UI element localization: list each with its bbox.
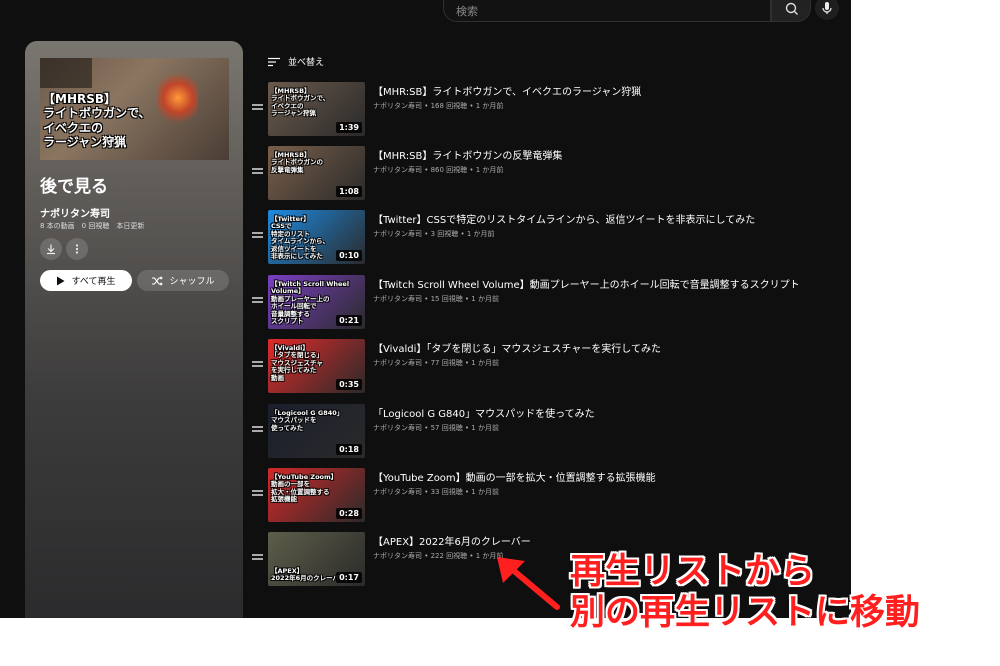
thumbnail-text: 【MHRSB】 ライトボウガンで、 イベクエの ラージャン狩猟 xyxy=(271,87,330,118)
search-box[interactable] xyxy=(443,0,771,22)
video-duration: 0:21 xyxy=(336,315,362,326)
sort-label: 並べ替え xyxy=(288,58,325,68)
video-meta: ナポリタン寿司 • 33 回視聴 • 1 か月前 xyxy=(373,488,499,496)
microphone-icon xyxy=(822,2,832,14)
playlist-video-row[interactable]: 【Vivaldi】 「タブを閉じる」 マウスジェスチャ を実行してみた 動画 0:… xyxy=(248,339,838,395)
playlist-thumbnail-text: 【MHRSB】 ライトボウガンで、 イベクエの ラージャン狩猟 xyxy=(43,92,151,150)
drag-handle-icon[interactable] xyxy=(252,361,263,367)
playlist-header-panel: 【MHRSB】 ライトボウガンで、 イベクエの ラージャン狩猟 後で見る ナポリ… xyxy=(25,41,243,618)
playlist-video-row[interactable]: 「Logicool G G840」 マウスパッドを 使ってみた 0:18 「Logi… xyxy=(248,404,838,460)
thumbnail-text: 【Vivaldi】 「タブを閉じる」 マウスジェスチャ を実行してみた 動画 xyxy=(271,344,323,382)
video-duration: 0:28 xyxy=(336,508,362,519)
playlist-video-row[interactable]: 【Twitter】 CSSで 特定のリスト タイムラインから、 返信ツイートを … xyxy=(248,210,838,266)
video-title[interactable]: 【MHR:SB】ライトボウガンの反撃竜弾集 xyxy=(373,147,562,162)
video-title[interactable]: 「Logicool G G840」マウスパッドを使ってみた xyxy=(373,405,595,420)
shuffle-button[interactable]: シャッフル xyxy=(137,270,229,291)
playlist-video-row[interactable]: 【MHRSB】 ライトボウガンで、 イベクエの ラージャン狩猟 1:39 【MHR:… xyxy=(248,82,838,138)
thumbnail-text: 【YouTube Zoom】 動画の一部を 拡大・位置調整する 拡張機能 xyxy=(271,473,338,504)
play-icon xyxy=(57,276,65,285)
play-all-button[interactable]: すべて再生 xyxy=(40,270,132,291)
video-duration: 0:10 xyxy=(336,250,362,261)
annotation-arrow-icon xyxy=(497,557,560,610)
video-duration: 0:35 xyxy=(336,379,362,390)
search-button[interactable] xyxy=(771,0,811,22)
video-title[interactable]: 【Twitter】CSSで特定のリストタイムラインから、返信ツイートを非表示にし… xyxy=(373,211,755,226)
video-meta: ナポリタン寿司 • 3 回視聴 • 1 か月前 xyxy=(373,230,495,238)
video-title[interactable]: 【MHR:SB】ライトボウガンで、イベクエのラージャン狩猟 xyxy=(373,83,641,98)
annotation-text: 再生リストから 別の再生リストに移動 xyxy=(570,552,921,634)
video-thumbnail[interactable]: 【MHRSB】 ライトボウガンで、 イベクエの ラージャン狩猟 1:39 xyxy=(268,82,365,136)
more-vertical-icon xyxy=(75,244,79,254)
playlist-stats: 8 本の動画 0 回視聴 本日更新 xyxy=(40,222,145,230)
thumbnail-text: 「Logicool G G840」 マウスパッドを 使ってみた xyxy=(271,409,344,432)
shuffle-icon xyxy=(152,275,164,286)
video-title[interactable]: 【Vivaldi】「タブを閉じる」マウスジェスチャーを実行してみた xyxy=(373,340,661,355)
video-thumbnail[interactable]: 【APEX】 2022年6月のクレーバー 0:17 xyxy=(268,532,365,586)
video-duration: 1:08 xyxy=(336,186,362,197)
drag-handle-icon[interactable] xyxy=(252,232,263,238)
thumbnail-text: 【Twitter】 CSSで 特定のリスト タイムラインから、 返信ツイートを … xyxy=(271,215,330,261)
playlist-video-row[interactable]: 【YouTube Zoom】 動画の一部を 拡大・位置調整する 拡張機能 0:28… xyxy=(248,468,838,524)
drag-handle-icon[interactable] xyxy=(252,490,263,496)
thumbnail-text: 【APEX】 2022年6月のクレーバー xyxy=(271,567,346,583)
video-thumbnail[interactable]: 【Vivaldi】 「タブを閉じる」 マウスジェスチャ を実行してみた 動画 0:… xyxy=(268,339,365,393)
drag-handle-icon[interactable] xyxy=(252,426,263,432)
video-thumbnail[interactable]: 【MHRSB】 ライトボウガンの 反撃竜弾集 1:08 xyxy=(268,146,365,200)
search-input[interactable] xyxy=(454,2,758,20)
playlist-thumbnail[interactable]: 【MHRSB】 ライトボウガンで、 イベクエの ラージャン狩猟 xyxy=(40,58,229,160)
video-thumbnail[interactable]: 【Twitch Scroll Wheel Volume】 動画プレーヤー上の ホ… xyxy=(268,275,365,329)
drag-handle-icon[interactable] xyxy=(252,168,263,174)
video-meta: ナポリタン寿司 • 168 回視聴 • 1 か月前 xyxy=(373,102,504,110)
playlist-owner[interactable]: ナポリタン寿司 xyxy=(40,205,110,220)
video-thumbnail[interactable]: 【YouTube Zoom】 動画の一部を 拡大・位置調整する 拡張機能 0:28 xyxy=(268,468,365,522)
download-icon xyxy=(47,244,55,255)
video-duration: 0:17 xyxy=(336,572,362,583)
video-duration: 0:18 xyxy=(336,444,362,455)
video-thumbnail[interactable]: 「Logicool G G840」 マウスパッドを 使ってみた 0:18 xyxy=(268,404,365,458)
more-actions-button[interactable] xyxy=(66,238,88,260)
shuffle-label: シャッフル xyxy=(169,277,215,287)
video-meta: ナポリタン寿司 • 57 回視聴 • 1 か月前 xyxy=(373,424,499,432)
video-title[interactable]: 【YouTube Zoom】動画の一部を拡大・位置調整する拡張機能 xyxy=(373,469,656,484)
video-meta: ナポリタン寿司 • 15 回視聴 • 1 か月前 xyxy=(373,295,499,303)
playlist-video-row[interactable]: 【MHRSB】 ライトボウガンの 反撃竜弾集 1:08 【MHR:SB】ライトボウガ… xyxy=(248,146,838,202)
video-duration: 1:39 xyxy=(336,122,362,133)
video-title[interactable]: 【Twitch Scroll Wheel Volume】動画プレーヤー上のホイー… xyxy=(373,276,800,291)
drag-handle-icon[interactable] xyxy=(252,554,263,560)
drag-handle-icon[interactable] xyxy=(252,297,263,303)
play-all-label: すべて再生 xyxy=(71,277,116,287)
download-button[interactable] xyxy=(40,238,62,260)
video-meta: ナポリタン寿司 • 860 回視聴 • 1 か月前 xyxy=(373,166,504,174)
playlist-title: 後で見る xyxy=(40,177,108,197)
video-thumbnail[interactable]: 【Twitter】 CSSで 特定のリスト タイムラインから、 返信ツイートを … xyxy=(268,210,365,264)
sort-icon xyxy=(268,57,280,66)
search-icon xyxy=(785,2,798,15)
thumbnail-text: 【MHRSB】 ライトボウガンの 反撃竜弾集 xyxy=(271,151,323,174)
drag-handle-icon[interactable] xyxy=(252,104,263,110)
youtube-app: 【MHRSB】 ライトボウガンで、 イベクエの ラージャン狩猟 後で見る ナポリ… xyxy=(0,0,851,618)
video-meta: ナポリタン寿司 • 222 回視聴 • 1 か月前 xyxy=(373,552,504,560)
voice-search-button[interactable] xyxy=(815,0,839,20)
sort-button[interactable]: 並べ替え xyxy=(268,55,324,68)
playlist-video-row[interactable]: 【Twitch Scroll Wheel Volume】 動画プレーヤー上の ホ… xyxy=(248,275,838,331)
video-meta: ナポリタン寿司 • 77 回視聴 • 1 か月前 xyxy=(373,359,499,367)
video-title[interactable]: 【APEX】2022年6月のクレーバー xyxy=(373,533,531,548)
